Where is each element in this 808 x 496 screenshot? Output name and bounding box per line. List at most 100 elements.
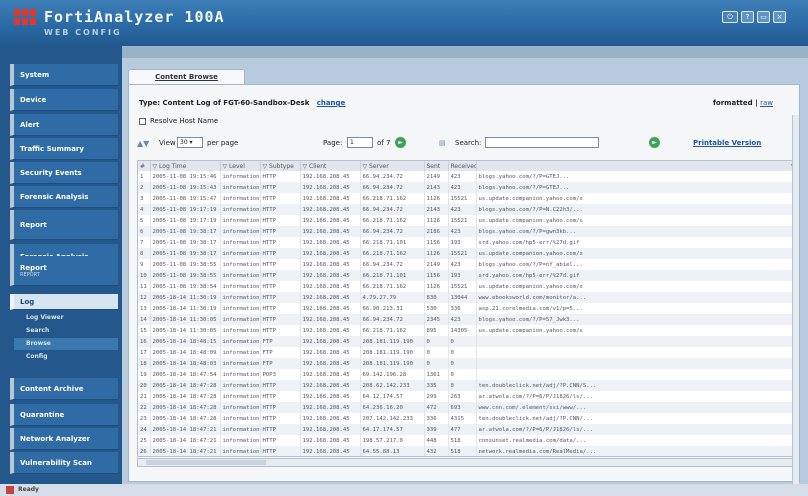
table-cell: information (220, 336, 261, 347)
sidebar-item-content-archive[interactable]: Content Archive (10, 378, 118, 400)
table-cell: 20 (138, 380, 151, 391)
table-row[interactable]: 12 2005-18-14 11:30:19 information HTTP 192.… (138, 292, 796, 303)
table-cell: 193 (448, 237, 477, 248)
vertical-scrollbar[interactable] (792, 115, 799, 496)
table-cell: information (220, 314, 261, 325)
table-row[interactable]: 20 2005-18-14 18:47:28 information HTTP 192.… (138, 380, 796, 391)
search-go-button[interactable]: ► (649, 137, 660, 148)
table-cell: information (220, 226, 261, 237)
sidebar-item-log[interactable]: Log (10, 294, 118, 310)
sidebar-item-traffic-summary[interactable]: Traffic Summary (10, 138, 118, 160)
scrollbar-thumb[interactable] (146, 460, 266, 465)
table-cell: 192.168.208.45 (300, 336, 361, 347)
table-row[interactable]: 10 2005-11-08 19:38:55 information HTTP 192.… (138, 270, 796, 281)
page-input[interactable]: 1 (347, 137, 373, 148)
sidebar-subitem-browse[interactable]: Browse (14, 338, 118, 350)
table-cell: ten.doubleclick.net/adj/?P.CNN/S... (476, 380, 796, 391)
table-row[interactable]: 24 2005-18-14 18:47:21 information HTTP 192.… (138, 424, 796, 435)
console-icon[interactable]: ▭ (757, 11, 770, 23)
sidebar-item-label: Report (20, 263, 47, 272)
sort-arrows-icon[interactable]: ▲▼ (137, 139, 149, 148)
table-cell: HTTP (260, 303, 301, 314)
sidebar-subitem-log-viewer[interactable]: Log Viewer (14, 312, 118, 324)
table-row[interactable]: 4 2005-11-08 19:17:19 information HTTP 192.1… (138, 204, 796, 215)
table-cell: HTTP (260, 270, 301, 281)
table-row[interactable]: 14 2005-18-14 11:30:05 information HTTP 192.… (138, 314, 796, 325)
col-header-level[interactable]: ▽ Level (220, 161, 261, 171)
table-row[interactable]: 18 2005-18-14 18:48:03 information FTP 192.1… (138, 358, 796, 369)
table-row[interactable]: 1 2005-11-08 19:15:46 information HTTP 192.1… (138, 171, 796, 182)
table-cell: 2005-11-08 19:38:55 (150, 259, 221, 270)
change-link[interactable]: change (317, 99, 346, 107)
table-row[interactable]: 16 2005-18-14 18:48:15 information FTP 192.1… (138, 336, 796, 347)
col-header-label: Server (369, 162, 389, 170)
col-header-received[interactable]: Received (448, 161, 477, 171)
table-cell: 2005-18-14 18:47:28 (150, 391, 221, 402)
table-cell: information (220, 248, 261, 259)
table-row[interactable]: 23 2005-18-14 18:47:28 information HTTP 192.… (138, 413, 796, 424)
sidebar-subitem-search[interactable]: Search (14, 325, 118, 337)
search-input[interactable] (485, 137, 599, 148)
sidebar-item-vulnerability-scan[interactable]: Vulnerability Scan (10, 452, 118, 474)
table-row[interactable]: 5 2005-11-08 19:17:19 information HTTP 192.1… (138, 215, 796, 226)
col-header-server[interactable]: ▽ Server (360, 161, 425, 171)
col-header-log-time[interactable]: ▽ Log Time (150, 161, 221, 171)
table-cell: 299 (424, 391, 449, 402)
table-cell: 26 (138, 446, 151, 456)
table-cell: us.update.companion.yahoo.com/s (476, 215, 796, 226)
col-header-client[interactable]: ▽ Client (300, 161, 361, 171)
horizontal-scrollbar[interactable] (137, 458, 797, 467)
sidebar-item-network-analyzer[interactable]: Network Analyzer (10, 428, 118, 450)
col-header-url[interactable]: ▽ (476, 161, 796, 171)
sidebar-subitem-config[interactable]: Config (14, 351, 118, 363)
sidebar-item-alert[interactable]: Alert (10, 114, 118, 136)
table-row[interactable]: 2 2005-11-08 19:15:43 information HTTP 192.1… (138, 182, 796, 193)
table-row[interactable]: 19 2005-18-14 18:47:54 information POP3 192.… (138, 369, 796, 380)
close-icon[interactable]: × (773, 11, 786, 23)
table-row[interactable]: 21 2005-18-14 18:47:28 information HTTP 192.… (138, 391, 796, 402)
table-row[interactable]: 17 2005-18-14 18:48:09 information FTP 192.1… (138, 347, 796, 358)
sidebar-item-security-events[interactable]: Security Events (10, 162, 118, 184)
table-row[interactable]: 7 2005-11-08 19:38:17 information HTTP 192.1… (138, 237, 796, 248)
table-row[interactable]: 15 2005-18-14 11:30:05 information HTTP 192.… (138, 325, 796, 336)
table-row[interactable]: 6 2005-11-08 19:38:17 information HTTP 192.1… (138, 226, 796, 237)
sidebar-item-report-2[interactable]: Report REPORT (10, 256, 118, 286)
printable-version-link[interactable]: Printable Version (693, 139, 761, 147)
table-row[interactable]: 11 2005-11-08 19:38:54 information HTTP 192.… (138, 281, 796, 292)
table-row[interactable]: 8 2005-11-08 19:38:17 information HTTP 192.1… (138, 248, 796, 259)
sidebar-item-quarantine[interactable]: Quarantine (10, 404, 118, 426)
table-cell: 192.168.208.45 (300, 402, 361, 413)
tab-content-browse[interactable]: Content Browse (128, 69, 245, 84)
table-cell: 192.168.208.45 (300, 215, 361, 226)
table-cell: 518 (448, 435, 477, 446)
table-row[interactable]: 9 2005-11-08 19:38:55 information HTTP 192.1… (138, 259, 796, 270)
table-row[interactable]: 3 2005-11-08 19:15:47 information HTTP 192.1… (138, 193, 796, 204)
table-row[interactable]: 26 2005-18-14 18:47:21 information HTTP 192.… (138, 446, 796, 456)
help-icon[interactable]: ? (741, 11, 754, 23)
table-row[interactable]: 22 2005-18-14 18:47:28 information HTTP 192.… (138, 402, 796, 413)
table-cell: ar.atwola.com/?/P=6/P/J1826/ls/... (476, 391, 796, 402)
table-cell: POP3 (260, 369, 301, 380)
page-go-button[interactable]: ► (395, 137, 406, 148)
table-row[interactable]: 25 2005-18-14 18:47:21 information HTTP 192.… (138, 435, 796, 446)
sidebar-item-forensic-analysis[interactable]: Forensic Analysis (10, 186, 118, 208)
table-cell: 7 (138, 237, 151, 248)
table-row[interactable]: 13 2005-18-14 11:30:19 information HTTP 192.… (138, 303, 796, 314)
table-cell: HTTP (260, 402, 301, 413)
col-header-subtype[interactable]: ▽ Subtype (260, 161, 301, 171)
logout-icon[interactable]: ⏻ (722, 11, 738, 23)
sidebar-item-system[interactable]: System (10, 64, 118, 86)
col-header-index[interactable]: # (138, 161, 151, 171)
table-cell: 8 (138, 248, 151, 259)
resolve-host-row: Resolve Host Name (139, 117, 218, 125)
table-cell: 192.168.208.45 (300, 237, 361, 248)
raw-link[interactable]: raw (760, 99, 773, 107)
resolve-host-checkbox[interactable] (139, 117, 146, 125)
table-cell: 64.12.174.57 (360, 391, 425, 402)
sidebar-item-report[interactable]: Report (10, 210, 118, 240)
sidebar-item-device[interactable]: Device (10, 89, 118, 111)
col-header-sent[interactable]: Sent (424, 161, 449, 171)
per-page-select[interactable]: 30 ▾ (177, 137, 203, 148)
table-cell: 1126 (424, 193, 449, 204)
search-icon: ▤ (439, 139, 446, 147)
